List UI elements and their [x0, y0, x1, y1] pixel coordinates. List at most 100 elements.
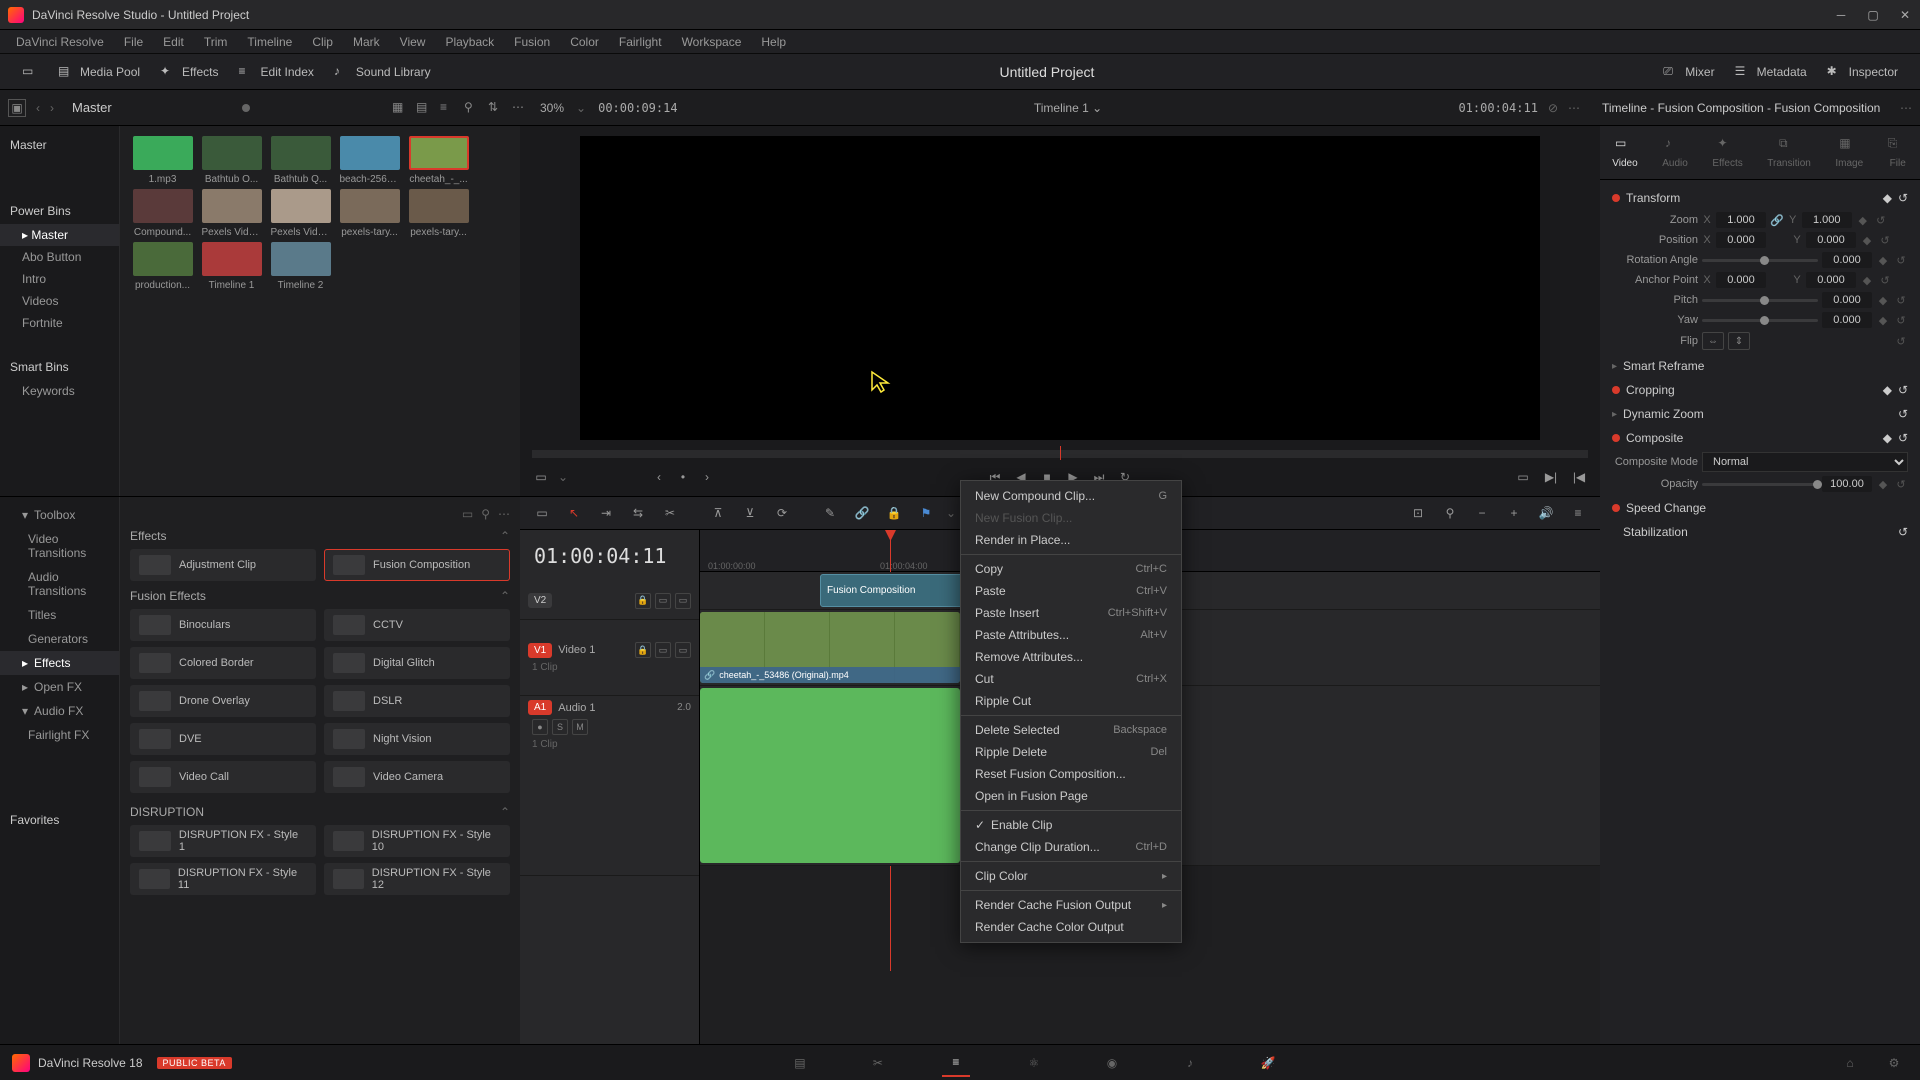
trim-tool-icon[interactable]: ⇥: [594, 501, 618, 525]
collapse-icon[interactable]: ⌃: [500, 529, 510, 543]
more-icon[interactable]: ⋯: [512, 100, 528, 116]
yaw-field[interactable]: 0.000: [1822, 312, 1872, 328]
track-header-v1[interactable]: V1 Video 1 🔒▭▭ 1 Clip: [520, 620, 699, 696]
menu-fusion[interactable]: Fusion: [506, 33, 558, 51]
bin-view-icon[interactable]: ▣: [8, 99, 26, 117]
settings-icon[interactable]: ⚙: [1880, 1049, 1908, 1077]
a1-badge[interactable]: A1: [528, 700, 552, 715]
keyframe-icon[interactable]: ◆: [1860, 233, 1874, 247]
toolbox-header[interactable]: ▾Toolbox: [0, 503, 119, 527]
deliver-page-button[interactable]: 🚀: [1254, 1049, 1282, 1077]
selection-tool-icon[interactable]: ↖: [562, 501, 586, 525]
track-header-v2[interactable]: V2 🔒▭▭: [520, 582, 699, 620]
zoom-x-field[interactable]: 1.000: [1716, 212, 1766, 228]
reset-icon[interactable]: ↺: [1898, 191, 1908, 205]
fx-cat[interactable]: Audio Transitions: [0, 565, 119, 603]
media-clip[interactable]: 1.mp3: [130, 136, 195, 185]
audio-clip[interactable]: [700, 688, 960, 863]
fx-openfx[interactable]: ▸Open FX: [0, 675, 119, 699]
reset-icon[interactable]: ↺: [1894, 313, 1908, 327]
media-clip[interactable]: Timeline 1: [199, 242, 264, 291]
favorites-header[interactable]: Favorites: [0, 807, 119, 833]
auto-select-icon[interactable]: ▭: [655, 593, 671, 609]
context-menu-item[interactable]: CopyCtrl+C: [961, 558, 1181, 580]
keyframe-icon[interactable]: ◆: [1860, 273, 1874, 287]
mark-in-icon[interactable]: |◀: [1570, 468, 1588, 486]
zoom-lock-icon[interactable]: ⚲: [1438, 501, 1462, 525]
viewer-more-icon[interactable]: ⋯: [1568, 101, 1580, 115]
menu-mark[interactable]: Mark: [345, 33, 388, 51]
context-menu-item[interactable]: Render Cache Fusion Output▸: [961, 894, 1181, 916]
collapse-icon[interactable]: ⌃: [500, 805, 510, 819]
fx-adjustment-clip[interactable]: Adjustment Clip: [130, 549, 316, 581]
context-menu-item[interactable]: Paste Attributes...Alt+V: [961, 624, 1181, 646]
smart-reframe-header[interactable]: ▸Smart Reframe: [1608, 354, 1912, 378]
menu-workspace[interactable]: Workspace: [674, 33, 750, 51]
breadcrumb-master[interactable]: Master: [72, 100, 112, 115]
context-menu-item[interactable]: New Compound Clip...G: [961, 485, 1181, 507]
speed-change-header[interactable]: Speed Change: [1608, 496, 1912, 520]
rotation-slider[interactable]: [1702, 259, 1818, 262]
fx-card[interactable]: DISRUPTION FX - Style 11: [130, 863, 316, 895]
stabilization-header[interactable]: ▸Stabilization↺: [1608, 520, 1912, 544]
dynamic-zoom-header[interactable]: ▸Dynamic Zoom↺: [1608, 402, 1912, 426]
anchor-y-field[interactable]: 0.000: [1806, 272, 1856, 288]
fx-card[interactable]: Night Vision: [324, 723, 510, 755]
overwrite-icon[interactable]: ⊻: [738, 501, 762, 525]
media-clip[interactable]: Timeline 2: [268, 242, 333, 291]
reset-icon[interactable]: ↺: [1898, 431, 1908, 445]
keyframe-icon[interactable]: ◆: [1856, 213, 1870, 227]
fx-audiofx[interactable]: ▾Audio FX: [0, 699, 119, 723]
reset-icon[interactable]: ↺: [1894, 334, 1908, 348]
tab-effects[interactable]: ✦Effects: [1704, 132, 1750, 173]
keyframe-icon[interactable]: ◆: [1876, 313, 1890, 327]
maximize-button[interactable]: ▢: [1866, 8, 1880, 22]
composite-mode-select[interactable]: Normal: [1702, 452, 1908, 472]
fx-card[interactable]: DISRUPTION FX - Style 10: [324, 825, 510, 857]
lock-icon[interactable]: 🔒: [635, 593, 651, 609]
context-menu-item[interactable]: CutCtrl+X: [961, 668, 1181, 690]
fx-card[interactable]: DVE: [130, 723, 316, 755]
grid-view-icon[interactable]: ▤: [416, 100, 432, 116]
fusion-page-button[interactable]: ⚛: [1020, 1049, 1048, 1077]
edit-index-button[interactable]: ≡Edit Index: [229, 60, 324, 84]
fx-card[interactable]: Video Camera: [324, 761, 510, 793]
timeline-name-dropdown[interactable]: Timeline 1 ⌄: [678, 101, 1459, 115]
reset-icon[interactable]: ↺: [1894, 253, 1908, 267]
mark-out-icon[interactable]: ▶|: [1542, 468, 1560, 486]
zoom-fit-icon[interactable]: ⊡: [1406, 501, 1430, 525]
menu-playback[interactable]: Playback: [437, 33, 502, 51]
nav-last-icon[interactable]: ›: [698, 468, 716, 486]
sound-library-button[interactable]: ♪Sound Library: [324, 60, 441, 84]
media-clip[interactable]: pexels-tary...: [337, 189, 402, 238]
context-menu-item[interactable]: PasteCtrl+V: [961, 580, 1181, 602]
home-icon[interactable]: ⌂: [1836, 1049, 1864, 1077]
pitch-field[interactable]: 0.000: [1822, 292, 1872, 308]
panel-toggle-icon[interactable]: ▭: [12, 60, 48, 84]
context-menu-item[interactable]: Ripple Cut: [961, 690, 1181, 712]
media-clip[interactable]: cheetah_-_...: [406, 136, 471, 185]
rotation-field[interactable]: 0.000: [1822, 252, 1872, 268]
menu-davinci[interactable]: DaVinci Resolve: [8, 33, 112, 51]
tab-transition[interactable]: ⧉Transition: [1759, 132, 1819, 173]
smart-bins-header[interactable]: Smart Bins: [0, 354, 119, 380]
reset-icon[interactable]: ↺: [1898, 383, 1908, 397]
collapse-icon[interactable]: ⌃: [500, 589, 510, 603]
inspector-button[interactable]: ✱Inspector: [1817, 60, 1908, 84]
mixer-button[interactable]: ⎚Mixer: [1653, 60, 1724, 84]
flag-icon[interactable]: ⚑: [914, 501, 938, 525]
enable-icon[interactable]: ▭: [675, 642, 691, 658]
edit-page-button[interactable]: ≡: [942, 1049, 970, 1077]
fx-card[interactable]: DSLR: [324, 685, 510, 717]
bin-master[interactable]: ▸ Master: [0, 224, 119, 246]
menu-fairlight[interactable]: Fairlight: [611, 33, 670, 51]
opacity-field[interactable]: 100.00: [1822, 476, 1872, 492]
viewer-scrubber[interactable]: [532, 450, 1588, 458]
minimize-button[interactable]: ─: [1834, 8, 1848, 22]
fx-card[interactable]: CCTV: [324, 609, 510, 641]
fx-cat[interactable]: Generators: [0, 627, 119, 651]
track-header-a1[interactable]: A1 Audio 1 2.0 ● S M 1 Clip: [520, 696, 699, 876]
media-pool-button[interactable]: ▤Media Pool: [48, 60, 150, 84]
effects-button[interactable]: ✦Effects: [150, 60, 228, 84]
reset-icon[interactable]: ↺: [1894, 293, 1908, 307]
